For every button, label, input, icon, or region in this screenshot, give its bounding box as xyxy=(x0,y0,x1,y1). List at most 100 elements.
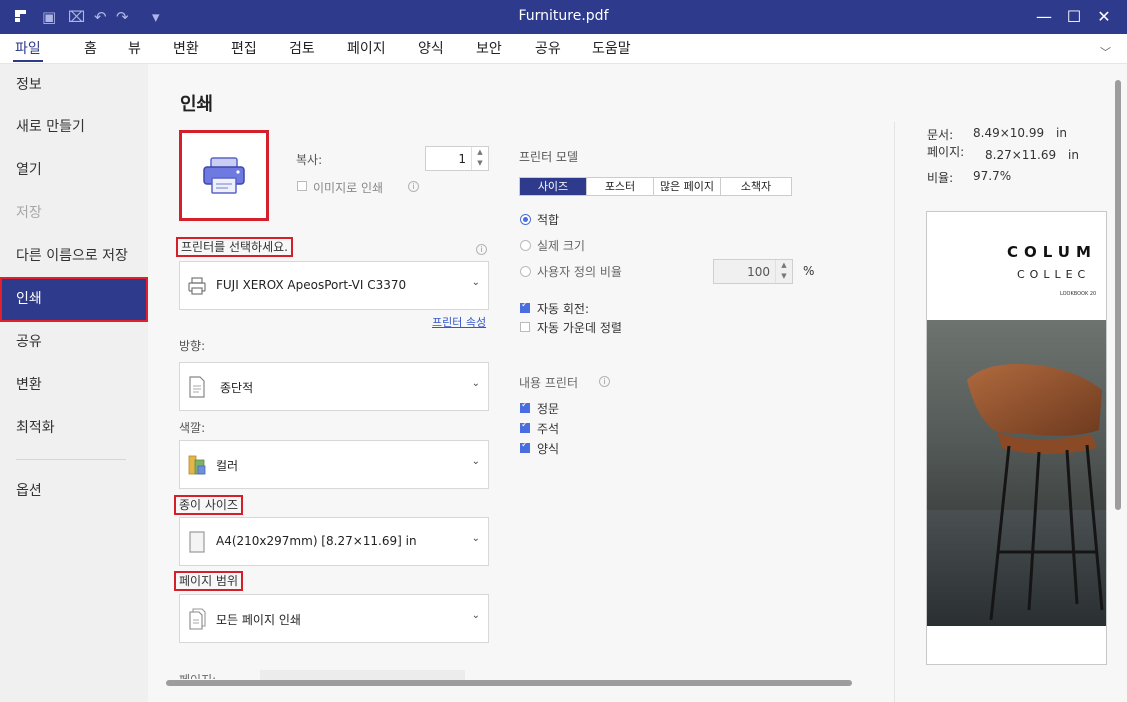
copies-stepper[interactable]: 1 ▲ ▼ xyxy=(425,146,489,171)
chevron-down-icon: ⌄ xyxy=(471,533,480,544)
printer-model-label: 프린터 모델 xyxy=(519,150,579,164)
menu-form[interactable]: 양식 xyxy=(418,38,444,58)
sidebar-item-new[interactable]: 새로 만들기 xyxy=(0,106,148,149)
sidebar-item-optimize[interactable]: 최적화 xyxy=(0,407,148,450)
document-size-value: 8.49×10.99 xyxy=(973,126,1045,140)
auto-center-label: 자동 가운데 정렬 xyxy=(537,321,622,335)
preview-tag: LOOKBOOK 20 xyxy=(1060,291,1097,297)
printer-illustration xyxy=(179,130,269,221)
sidebar-item-convert[interactable]: 변환 xyxy=(0,364,148,407)
info-icon[interactable]: i xyxy=(408,181,419,192)
vertical-scrollbar[interactable] xyxy=(1110,64,1127,702)
copies-value: 1 xyxy=(458,152,466,166)
sidebar-item-share[interactable]: 공유 xyxy=(0,321,148,364)
content-document-label: 정문 xyxy=(537,402,560,416)
custom-scale-stepper[interactable]: 100 ▲ ▼ xyxy=(713,259,793,284)
tab-poster[interactable]: 포스터 xyxy=(587,178,654,195)
collapse-ribbon-icon[interactable]: ﹀ xyxy=(1100,44,1111,60)
select-printer-label: 프린터를 선택하세요. xyxy=(176,237,293,257)
preview-title: COLUM xyxy=(1007,243,1097,261)
window-title: Furniture.pdf xyxy=(518,8,609,24)
print-panel: 인쇄 복사: 1 ▲ ▼ 이미지로 인쇄 i 프린터를 선택하세요. i FUJI… xyxy=(148,64,1110,702)
color-palette-icon xyxy=(188,455,206,475)
orientation-label: 방향: xyxy=(179,339,206,353)
printer-small-icon xyxy=(188,277,206,295)
menu-file[interactable]: 파일 xyxy=(13,38,43,62)
actual-size-radio[interactable] xyxy=(520,240,531,251)
printer-name: FUJI XEROX ApeosPort-VI C3370 xyxy=(216,278,407,292)
sidebar-item-info[interactable]: 정보 xyxy=(0,64,148,107)
printer-dropdown[interactable]: FUJI XEROX ApeosPort-VI C3370 ⌄ xyxy=(179,261,489,310)
color-value: 컬러 xyxy=(216,459,239,473)
content-document-checkbox[interactable] xyxy=(520,400,530,413)
percent-sign: % xyxy=(803,264,815,278)
chair-photo xyxy=(927,320,1106,626)
menu-home[interactable]: 홈 xyxy=(84,38,97,58)
fit-label: 적합 xyxy=(537,213,560,227)
document-size-unit: in xyxy=(1056,126,1067,140)
orientation-value: 종단적 xyxy=(220,381,254,395)
content-forms-checkbox[interactable] xyxy=(520,440,530,453)
print-preview: COLUM COLLEC LOOKBOOK 20 xyxy=(926,211,1107,665)
content-annotations-label: 주석 xyxy=(537,422,560,436)
minimize-icon[interactable]: — xyxy=(1034,7,1054,27)
chevron-down-icon: ⌄ xyxy=(471,378,480,389)
stepper-arrows-icon[interactable]: ▲ ▼ xyxy=(775,260,792,283)
auto-center-checkbox[interactable] xyxy=(520,322,530,332)
pages-input[interactable] xyxy=(260,670,465,680)
orientation-dropdown[interactable]: 종단적 ⌄ xyxy=(179,362,489,411)
tab-size[interactable]: 사이즈 xyxy=(520,178,587,195)
horizontal-scrollbar[interactable] xyxy=(166,680,852,686)
info-icon[interactable]: i xyxy=(599,376,610,387)
menu-page[interactable]: 페이지 xyxy=(347,38,386,58)
color-label: 색깔: xyxy=(179,421,206,435)
sidebar: 정보 새로 만들기 열기 저장 다른 이름으로 저장 인쇄 공유 변환 최적화 … xyxy=(0,64,148,702)
menu-review[interactable]: 검토 xyxy=(289,38,315,58)
page-range-value: 모든 페이지 인쇄 xyxy=(216,613,301,627)
sidebar-item-options[interactable]: 옵션 xyxy=(0,470,148,513)
custom-scale-value: 100 xyxy=(747,265,770,279)
document-size-label: 문서: xyxy=(927,128,954,142)
menu-protect[interactable]: 보안 xyxy=(476,38,502,58)
menu-convert[interactable]: 변환 xyxy=(173,38,199,58)
sidebar-divider xyxy=(16,459,126,460)
color-dropdown[interactable]: 컬러 ⌄ xyxy=(179,440,489,489)
content-printer-label: 내용 프린터 xyxy=(519,376,579,390)
close-icon[interactable]: ✕ xyxy=(1094,7,1114,27)
menu-share[interactable]: 공유 xyxy=(535,38,561,58)
print-as-image-checkbox[interactable] xyxy=(297,181,307,191)
paper-size-label: 종이 사이즈 xyxy=(174,495,244,515)
menu-edit[interactable]: 편집 xyxy=(231,38,257,58)
page-size-unit: in xyxy=(1068,148,1079,162)
tab-multiple-pages[interactable]: 많은 페이지 xyxy=(654,178,721,195)
sidebar-item-save-as[interactable]: 다른 이름으로 저장 xyxy=(0,235,148,278)
menu-view[interactable]: 뷰 xyxy=(128,38,141,58)
chevron-down-icon: ⌄ xyxy=(471,456,480,467)
page-range-dropdown[interactable]: 모든 페이지 인쇄 ⌄ xyxy=(179,594,489,643)
custom-scale-radio[interactable] xyxy=(520,266,531,277)
page-range-label: 페이지 범위 xyxy=(174,571,244,591)
auto-rotate-checkbox[interactable] xyxy=(520,300,530,313)
content-annotations-checkbox[interactable] xyxy=(520,420,530,433)
tab-booklet[interactable]: 소책자 xyxy=(721,178,791,195)
print-as-image-label: 이미지로 인쇄 xyxy=(313,181,384,195)
menu-help[interactable]: 도움말 xyxy=(592,38,631,58)
ratio-value: 97.7% xyxy=(973,169,1012,183)
custom-scale-label: 사용자 정의 비율 xyxy=(537,265,622,279)
fit-radio[interactable] xyxy=(520,214,531,225)
paper-icon xyxy=(189,531,205,553)
pages-label: 페이지: xyxy=(179,671,216,679)
actual-size-label: 실제 크기 xyxy=(537,239,585,253)
title-bar: ▣ ⌧ ↶ ↷ ▾ Furniture.pdf — ☐ ✕ xyxy=(0,0,1127,34)
pages-icon xyxy=(189,608,206,630)
paper-size-dropdown[interactable]: A4(210x297mm) [8.27×11.69] in ⌄ xyxy=(179,517,489,566)
scrollbar-thumb[interactable] xyxy=(1115,80,1121,510)
page-title: 인쇄 xyxy=(180,94,214,115)
stepper-arrows-icon[interactable]: ▲ ▼ xyxy=(471,147,488,170)
maximize-icon[interactable]: ☐ xyxy=(1064,7,1084,27)
info-icon[interactable]: i xyxy=(476,244,487,255)
portrait-page-icon xyxy=(189,376,205,398)
sidebar-item-print[interactable]: 인쇄 xyxy=(0,277,148,322)
printer-properties-link[interactable]: 프린터 속성 xyxy=(432,314,486,330)
sidebar-item-open[interactable]: 열기 xyxy=(0,149,148,192)
